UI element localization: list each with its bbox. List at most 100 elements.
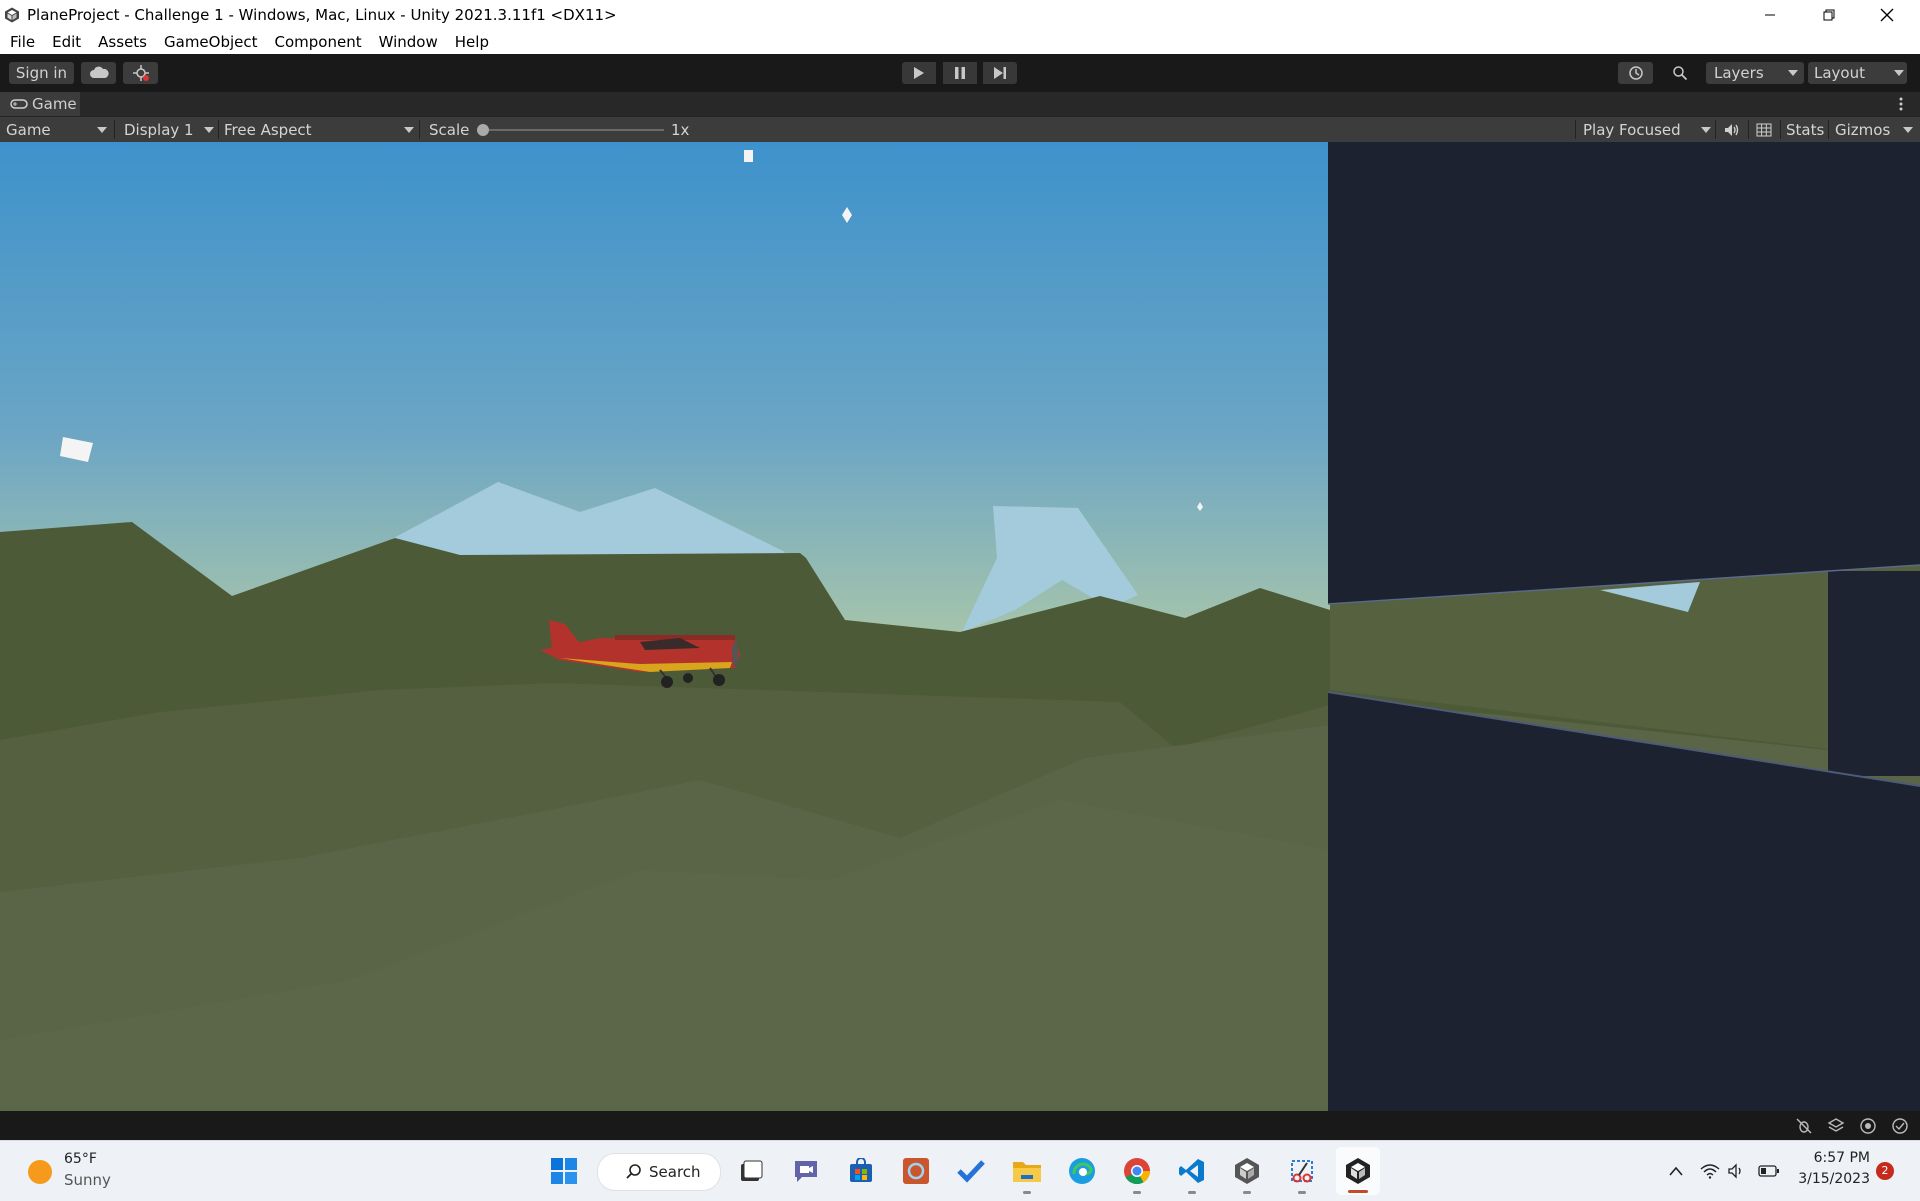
restore-button[interactable] — [1806, 0, 1852, 29]
layout-dropdown[interactable]: Layout — [1808, 62, 1907, 84]
collab-icon — [132, 65, 149, 81]
unity-hub-button[interactable] — [1231, 1155, 1263, 1187]
chevron-down-icon — [1788, 70, 1798, 76]
chrome-icon — [1124, 1158, 1151, 1185]
notification-badge[interactable]: 2 — [1876, 1162, 1894, 1180]
aspect-select-dropdown[interactable]: Free Aspect — [224, 117, 416, 142]
vscode-icon — [1179, 1159, 1204, 1183]
layout-label: Layout — [1814, 64, 1865, 82]
speaker-icon — [1725, 123, 1739, 136]
game-viewport[interactable] — [0, 142, 1920, 1111]
collab-button[interactable] — [123, 62, 158, 84]
battery-icon[interactable] — [1758, 1164, 1780, 1178]
snipping-tool-button[interactable] — [1286, 1155, 1318, 1187]
menu-help[interactable]: Help — [455, 33, 489, 51]
cloud-button[interactable] — [81, 62, 116, 84]
scale-slider[interactable] — [477, 124, 664, 136]
teams-chat-button[interactable] — [790, 1155, 822, 1187]
scale-slider-handle[interactable] — [477, 124, 489, 136]
progress-icon[interactable] — [1859, 1117, 1877, 1135]
cloud-icon — [89, 66, 109, 78]
play-button[interactable] — [902, 62, 936, 84]
vscode-button[interactable] — [1176, 1155, 1208, 1187]
chrome-button[interactable] — [1121, 1155, 1153, 1187]
scale-label: Scale — [429, 120, 470, 139]
menu-edit[interactable]: Edit — [52, 33, 81, 51]
taskbar: 65°F Sunny Search 6:57 PM 3/15/2023 2 — [0, 1140, 1920, 1201]
tab-game-label: Game — [32, 95, 77, 113]
gamepad-icon — [10, 99, 28, 109]
aspect-select-label: Free Aspect — [224, 120, 312, 139]
running-indicator — [1188, 1191, 1196, 1194]
clock[interactable]: 6:57 PM 3/15/2023 — [1790, 1150, 1870, 1187]
gizmos-dropdown[interactable]: Gizmos — [1835, 117, 1915, 142]
layers-dropdown[interactable]: Layers — [1706, 62, 1804, 84]
menu-file[interactable]: File — [10, 33, 35, 51]
edge-button[interactable] — [1066, 1155, 1098, 1187]
title-bar: PlaneProject - Challenge 1 - Windows, Ma… — [0, 0, 1920, 29]
display-select-label: Display 1 — [124, 120, 194, 139]
taskbar-search-label: Search — [649, 1163, 701, 1181]
teams-chat-icon — [795, 1161, 817, 1182]
menu-gameobject[interactable]: GameObject — [164, 33, 258, 51]
play-mode-dropdown[interactable]: Play Focused — [1583, 117, 1711, 142]
menu-window[interactable]: Window — [379, 33, 438, 51]
store-button[interactable] — [845, 1155, 877, 1187]
active-indicator — [1348, 1190, 1368, 1193]
todo-button[interactable] — [955, 1155, 987, 1187]
unity-editor-button-active[interactable] — [1336, 1147, 1380, 1195]
running-indicator — [1133, 1191, 1141, 1194]
gizmos-label: Gizmos — [1835, 120, 1891, 139]
more-options-icon[interactable] — [1896, 96, 1906, 112]
volume-icon[interactable] — [1728, 1163, 1746, 1179]
unity-editor-icon — [1346, 1158, 1370, 1184]
sign-in-button[interactable]: Sign in — [9, 62, 74, 84]
status-bar — [0, 1111, 1920, 1140]
task-view-icon — [741, 1160, 763, 1181]
main-toolbar: Sign in Layers Layout — [0, 54, 1920, 92]
edge-icon — [1069, 1158, 1095, 1184]
chevron-down-icon — [204, 127, 214, 133]
unity-logo-icon — [5, 7, 19, 22]
grid-icon — [1756, 123, 1772, 136]
step-button[interactable] — [983, 62, 1017, 84]
taskbar-search[interactable]: Search — [597, 1153, 721, 1191]
pause-button[interactable] — [943, 62, 977, 84]
close-button[interactable] — [1864, 0, 1910, 29]
layers-stack-icon[interactable] — [1827, 1117, 1845, 1135]
undo-history-button[interactable] — [1618, 62, 1653, 84]
chevron-down-icon — [404, 127, 414, 133]
view-select-dropdown[interactable]: Game — [6, 117, 110, 142]
app-orange-button[interactable] — [900, 1155, 932, 1187]
clock-date: 3/15/2023 — [1798, 1171, 1870, 1187]
weather-widget[interactable]: 65°F Sunny — [26, 1149, 126, 1193]
tab-game[interactable]: Game — [0, 92, 80, 116]
task-view-button[interactable] — [735, 1155, 767, 1187]
mute-audio-button[interactable] — [1724, 117, 1740, 142]
check-circle-icon[interactable] — [1891, 1117, 1909, 1135]
scale-value: 1x — [671, 120, 690, 139]
game-tab-bar: Game — [0, 92, 1920, 116]
start-button[interactable] — [548, 1155, 580, 1187]
grid-toggle-button[interactable] — [1756, 117, 1772, 142]
close-icon — [1880, 8, 1894, 21]
debug-icon[interactable] — [1795, 1117, 1813, 1135]
stats-button[interactable]: Stats — [1786, 117, 1824, 142]
chevron-up-icon[interactable] — [1668, 1165, 1684, 1177]
sun-icon — [28, 1160, 52, 1184]
menu-assets[interactable]: Assets — [98, 33, 147, 51]
play-mode-label: Play Focused — [1583, 120, 1681, 139]
layers-label: Layers — [1714, 64, 1764, 82]
wifi-icon[interactable] — [1700, 1163, 1720, 1179]
running-indicator — [1243, 1191, 1251, 1194]
step-icon — [994, 67, 1006, 79]
search-button[interactable] — [1662, 62, 1697, 84]
restore-icon — [1823, 9, 1835, 20]
minimize-button[interactable] — [1747, 0, 1793, 29]
history-icon — [1628, 66, 1643, 80]
snipping-tool-icon — [1291, 1160, 1313, 1183]
menu-component[interactable]: Component — [275, 33, 362, 51]
display-select-dropdown[interactable]: Display 1 — [124, 117, 216, 142]
file-explorer-button[interactable] — [1011, 1155, 1043, 1187]
wall-obstacle — [1328, 142, 1920, 604]
